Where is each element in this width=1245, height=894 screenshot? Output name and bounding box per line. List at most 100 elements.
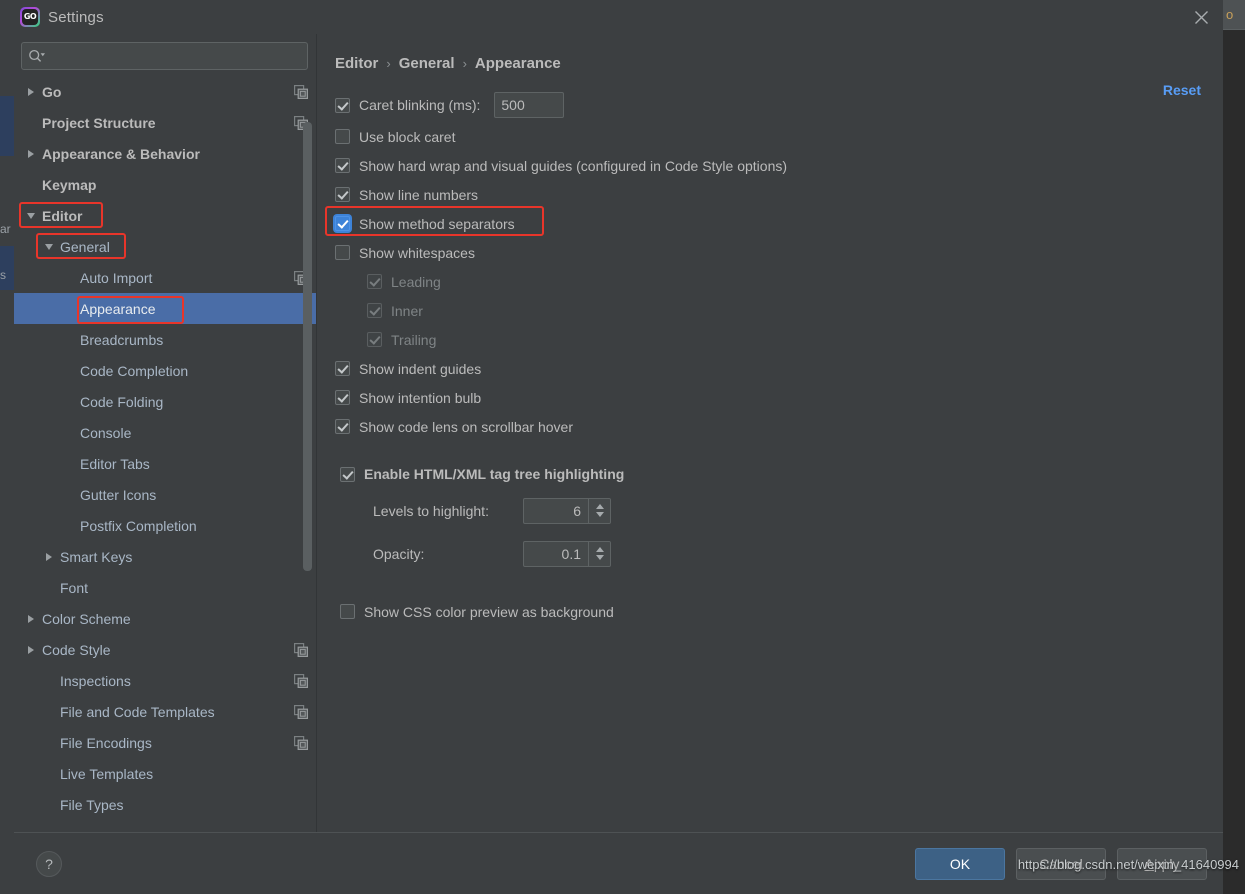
sidebar-item-file-types[interactable]: File Types	[14, 789, 316, 820]
copy-settings-icon[interactable]	[294, 673, 308, 688]
css-color-preview-checkbox[interactable]	[340, 604, 355, 619]
sidebar-item-code-completion[interactable]: Code Completion	[14, 355, 316, 386]
chevron-up-icon[interactable]	[595, 504, 604, 509]
chevron-right-icon[interactable]	[24, 614, 38, 623]
spinner-row-opacity: Opacity:	[335, 532, 1223, 575]
sidebar-item-code-folding[interactable]: Code Folding	[14, 386, 316, 417]
apply-button[interactable]: Apply	[1117, 847, 1207, 880]
show-line-numbers-checkbox[interactable]	[335, 187, 350, 202]
levels-to-highlight-spinner[interactable]	[523, 497, 611, 524]
show-whitespaces-checkbox[interactable]	[335, 245, 350, 260]
tree-scrollbar[interactable]	[303, 122, 312, 571]
background-text-fragment: ar	[0, 222, 11, 236]
caret-blinking-checkbox[interactable]	[335, 97, 350, 113]
levels-to-highlight-stepper[interactable]	[588, 498, 610, 523]
breadcrumb-item-appearance: Appearance	[474, 54, 561, 72]
sidebar-item-editor[interactable]: Editor	[14, 200, 316, 231]
search-wrapper	[14, 34, 316, 76]
sidebar-item-label: Go	[42, 83, 62, 100]
sidebar-item-label: Keymap	[42, 176, 97, 193]
use-block-caret-checkbox[interactable]	[335, 129, 350, 144]
ok-button[interactable]: OK	[915, 847, 1005, 880]
sidebar-item-gutter-icons[interactable]: Gutter Icons	[14, 479, 316, 510]
breadcrumb-item-general[interactable]: General	[399, 55, 455, 72]
sidebar-item-smart-keys[interactable]: Smart Keys	[14, 541, 316, 572]
sidebar-item-label: Project Structure	[42, 114, 156, 131]
chevron-right-icon[interactable]	[42, 552, 56, 561]
option-row-css-color-preview: Show CSS color preview as background	[335, 597, 1223, 626]
help-button[interactable]: ?	[36, 850, 62, 877]
chevron-right-icon[interactable]	[24, 87, 38, 96]
copy-settings-icon[interactable]	[294, 735, 308, 750]
background-right-body	[1223, 30, 1245, 894]
chevron-down-icon[interactable]	[24, 212, 38, 219]
copy-settings-icon[interactable]	[294, 704, 308, 719]
sidebar-item-label: Font	[60, 579, 89, 596]
opacity-input[interactable]	[524, 541, 588, 566]
background-text-fragment: s	[0, 268, 6, 282]
option-row-leading: Leading	[335, 267, 1223, 296]
show-method-separators-label: Show method separators	[359, 215, 515, 232]
sidebar-item-label: Appearance	[80, 300, 156, 317]
sidebar-item-editor-tabs[interactable]: Editor Tabs	[14, 448, 316, 479]
sidebar-item-file-and-code-templates[interactable]: File and Code Templates	[14, 696, 316, 727]
chevron-down-icon[interactable]	[595, 555, 604, 560]
close-icon[interactable]	[1189, 6, 1213, 28]
sidebar-item-appearance[interactable]: Appearance	[14, 293, 316, 324]
show-hard-wrap-and-visual-guides-configured-in-code-style-options-checkbox[interactable]	[335, 158, 350, 173]
search-input[interactable]	[46, 47, 301, 65]
option-row-use-block-caret: Use block caret	[335, 122, 1223, 151]
sidebar-item-console[interactable]: Console	[14, 417, 316, 448]
show-code-lens-on-scrollbar-hover-label: Show code lens on scrollbar hover	[359, 418, 574, 435]
option-row-trailing: Trailing	[335, 325, 1223, 354]
html-xml-highlighting-checkbox[interactable]	[340, 466, 355, 482]
sidebar-item-label: Code Folding	[80, 393, 164, 410]
sidebar-item-appearance-behavior[interactable]: Appearance & Behavior	[14, 138, 316, 169]
chevron-right-icon[interactable]	[24, 645, 38, 654]
sidebar-item-label: Smart Keys	[60, 548, 133, 565]
show-code-lens-on-scrollbar-hover-checkbox[interactable]	[335, 419, 350, 434]
sidebar-item-label: Gutter Icons	[80, 486, 157, 503]
sidebar-item-inspections[interactable]: Inspections	[14, 665, 316, 696]
opacity-stepper[interactable]	[588, 541, 610, 566]
checkbox-options: Use block caret Show hard wrap and visual…	[335, 122, 1223, 441]
breadcrumb-item-editor[interactable]: Editor	[335, 55, 378, 72]
chevron-up-icon[interactable]	[595, 547, 604, 552]
option-row-show-whitespaces: Show whitespaces	[335, 238, 1223, 267]
sidebar-item-breadcrumbs[interactable]: Breadcrumbs	[14, 324, 316, 355]
chevron-right-icon[interactable]	[24, 149, 38, 158]
opacity-spinner[interactable]	[523, 540, 611, 567]
sidebar-item-keymap[interactable]: Keymap	[14, 169, 316, 200]
search-box[interactable]	[21, 42, 308, 70]
copy-settings-icon[interactable]	[294, 84, 308, 99]
show-method-separators-checkbox[interactable]	[335, 216, 350, 231]
background-right-tab: o	[1223, 0, 1245, 30]
sidebar-item-general[interactable]: General	[14, 231, 316, 262]
copy-settings-icon[interactable]	[294, 642, 308, 657]
sidebar-item-color-scheme[interactable]: Color Scheme	[14, 603, 316, 634]
background-right-strip: o	[1223, 0, 1245, 894]
sidebar-item-label: Editor Tabs	[80, 455, 150, 472]
sidebar-item-label: Code Style	[42, 641, 111, 658]
sidebar-item-postfix-completion[interactable]: Postfix Completion	[14, 510, 316, 541]
sidebar-item-auto-import[interactable]: Auto Import	[14, 262, 316, 293]
sidebar-item-label: File and Code Templates	[60, 703, 215, 720]
sidebar-item-font[interactable]: Font	[14, 572, 316, 603]
sidebar-item-code-style[interactable]: Code Style	[14, 634, 316, 665]
levels-to-highlight-input[interactable]	[524, 498, 588, 523]
trailing-label: Trailing	[391, 331, 437, 348]
caret-blinking-input[interactable]	[494, 92, 565, 118]
sidebar-item-label: Inspections	[60, 672, 131, 689]
cancel-button[interactable]: Cancel	[1016, 847, 1106, 880]
show-intention-bulb-checkbox[interactable]	[335, 390, 350, 405]
show-indent-guides-checkbox[interactable]	[335, 361, 350, 376]
sidebar-item-project-structure[interactable]: Project Structure	[14, 107, 316, 138]
option-row-show-method-separators: Show method separators	[335, 209, 1223, 238]
sidebar-item-go[interactable]: Go	[14, 76, 316, 107]
sidebar-item-file-encodings[interactable]: File Encodings	[14, 727, 316, 758]
chevron-down-icon[interactable]	[42, 243, 56, 250]
chevron-down-icon[interactable]	[595, 512, 604, 517]
search-icon	[28, 49, 46, 63]
sidebar-item-live-templates[interactable]: Live Templates	[14, 758, 316, 789]
